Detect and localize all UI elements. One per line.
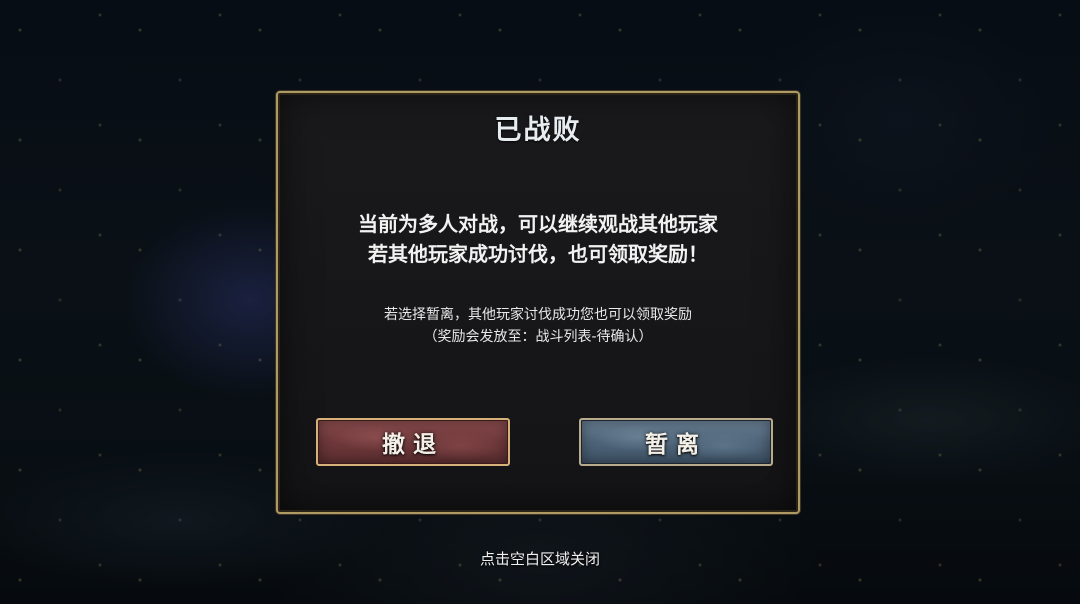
reward-note: 若选择暂离，其他玩家讨伐成功您也可以领取奖励 （奖励会发放至：战斗列表-待确认） — [278, 304, 798, 348]
retreat-button-label: 撤退 — [382, 431, 444, 458]
close-hint: 点击空白区域关闭 — [479, 550, 600, 568]
main-message-line-2: 若其他玩家成功讨伐，也可领取奖励！ — [368, 242, 708, 266]
main-message: 当前为多人对战，可以继续观战其他玩家 若其他玩家成功讨伐，也可领取奖励！ — [278, 209, 798, 269]
leave-temporarily-button[interactable]: 暂离 — [579, 418, 773, 466]
leave-temporarily-button-label: 暂离 — [645, 431, 707, 458]
dialog-title: 已战败 — [494, 115, 582, 146]
retreat-button[interactable]: 撤退 — [316, 418, 510, 466]
defeat-dialog: 已战败 当前为多人对战，可以继续观战其他玩家 若其他玩家成功讨伐，也可领取奖励！… — [276, 91, 800, 514]
reward-note-line-2: （奖励会发放至：战斗列表-待确认） — [423, 329, 653, 345]
main-message-line-1: 当前为多人对战，可以继续观战其他玩家 — [358, 212, 718, 236]
reward-note-line-1: 若选择暂离，其他玩家讨伐成功您也可以领取奖励 — [384, 307, 692, 323]
